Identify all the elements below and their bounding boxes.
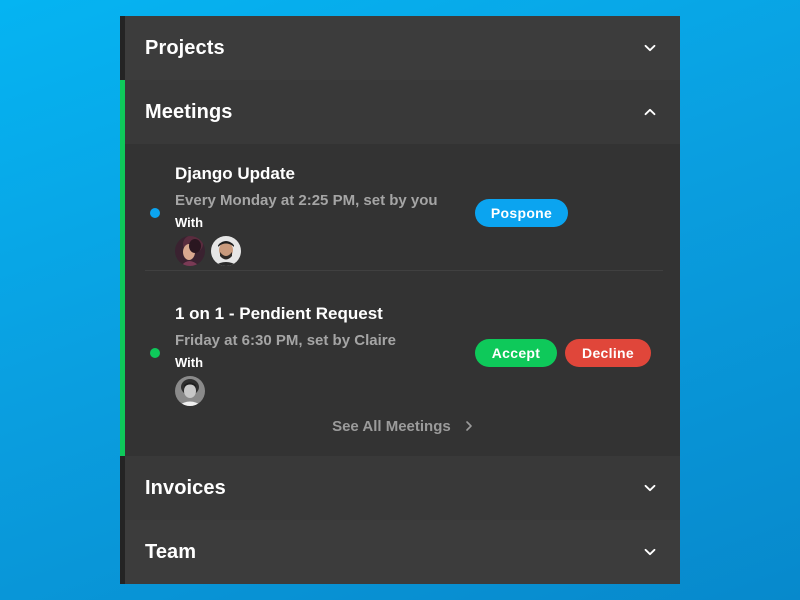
avatar-grayscale-person[interactable]: [175, 376, 205, 406]
section-title-team: Team: [145, 540, 197, 563]
avatar-bearded-man[interactable]: [211, 236, 241, 266]
accordion: Projects Meetings Django Update Every Mo…: [120, 16, 680, 584]
chevron-down-icon[interactable]: [644, 482, 656, 494]
with-label: With: [175, 215, 204, 230]
status-dot: [150, 208, 160, 218]
chevron-right-icon: [465, 419, 473, 436]
chevron-down-icon[interactable]: [644, 42, 656, 54]
meeting-schedule: Every Monday at 2:25 PM, set by you: [175, 192, 438, 209]
with-label: With: [175, 355, 204, 370]
section-title-meetings: Meetings: [145, 100, 233, 123]
see-all-meetings-link[interactable]: See All Meetings: [125, 418, 680, 436]
accept-button[interactable]: Accept: [475, 339, 557, 367]
section-title-invoices: Invoices: [145, 476, 226, 499]
see-all-label: See All Meetings: [332, 418, 451, 435]
postpone-button[interactable]: Pospone: [475, 199, 568, 227]
section-header-invoices[interactable]: Invoices: [120, 456, 680, 520]
attendee-avatars: [175, 376, 205, 406]
chevron-up-icon[interactable]: [644, 106, 656, 118]
chevron-down-icon[interactable]: [644, 546, 656, 558]
divider: [145, 270, 663, 271]
section-title-projects: Projects: [145, 36, 225, 59]
meeting-title: Django Update: [175, 164, 295, 183]
meetings-panel: Django Update Every Monday at 2:25 PM, s…: [120, 144, 680, 456]
decline-button[interactable]: Decline: [565, 339, 651, 367]
meeting-item: Django Update Every Monday at 2:25 PM, s…: [125, 144, 680, 266]
avatar-woman[interactable]: [175, 236, 205, 266]
section-header-projects[interactable]: Projects: [120, 16, 680, 80]
meeting-title: 1 on 1 - Pendient Request: [175, 304, 383, 323]
meeting-schedule: Friday at 6:30 PM, set by Claire: [175, 332, 396, 349]
attendee-avatars: [175, 236, 241, 266]
meeting-item: 1 on 1 - Pendient Request Friday at 6:30…: [125, 284, 680, 406]
section-header-team[interactable]: Team: [120, 520, 680, 584]
status-dot: [150, 348, 160, 358]
section-header-meetings[interactable]: Meetings: [120, 80, 680, 144]
